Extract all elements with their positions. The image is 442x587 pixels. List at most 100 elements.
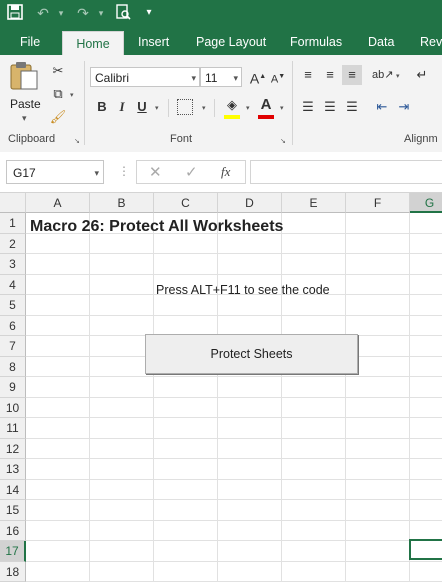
cell-c4[interactable]: Press ALT+F11 to see the code [156,283,330,297]
cell[interactable] [90,500,154,521]
cell[interactable] [218,520,282,541]
cell[interactable] [346,459,410,480]
cell[interactable] [282,295,346,316]
paste-button[interactable]: Paste [10,97,41,111]
align-bottom-icon[interactable]: ≡ [342,65,362,85]
row-header-4[interactable]: 4 [0,274,26,295]
cell[interactable] [218,541,282,562]
cell[interactable] [90,479,154,500]
wrap-text-icon[interactable]: ↵ [412,65,432,85]
cell[interactable] [346,377,410,398]
tab-page-layout[interactable]: Page Layout [192,27,270,55]
increase-indent-icon[interactable]: ⇥ [394,97,414,117]
cell[interactable] [410,254,442,275]
column-header-d[interactable]: D [218,193,282,213]
active-cell-g17[interactable] [409,539,442,560]
cell[interactable] [346,479,410,500]
cell[interactable] [26,541,90,562]
cell[interactable] [90,233,154,254]
cell[interactable] [218,438,282,459]
increase-font-size-icon[interactable]: A▲ [248,67,268,87]
cell[interactable] [282,561,346,582]
cell[interactable] [26,459,90,480]
cell[interactable] [410,357,442,377]
cell[interactable] [26,397,90,418]
redo-icon[interactable]: ↷ [74,4,92,22]
cell[interactable] [154,377,218,398]
underline-button[interactable]: U [132,97,152,117]
cell[interactable] [90,418,154,439]
column-header-a[interactable]: A [26,193,90,213]
decrease-font-size-icon[interactable]: A▼ [268,67,288,87]
cell[interactable] [154,520,218,541]
save-icon[interactable] [6,4,24,22]
decrease-indent-icon[interactable]: ⇤ [372,97,392,117]
copy-dropdown-icon[interactable]: ▾ [70,91,74,99]
cell[interactable] [154,561,218,582]
tab-data[interactable]: Data [364,27,398,55]
cell[interactable] [410,398,442,418]
font-launcher-icon[interactable]: ↘ [280,137,286,145]
row-header-18[interactable]: 18 [0,561,26,582]
cell[interactable] [90,438,154,459]
column-header-b[interactable]: B [90,193,154,213]
borders-icon[interactable] [177,99,193,115]
clipboard-launcher-icon[interactable]: ↘ [74,137,80,145]
cell[interactable] [346,233,410,254]
cell[interactable] [26,315,90,336]
cell-a1[interactable]: Macro 26: Protect All Worksheets [30,218,283,236]
cell[interactable] [26,418,90,439]
cell[interactable] [346,254,410,275]
cell[interactable] [282,459,346,480]
cell[interactable] [282,315,346,336]
cell[interactable] [346,438,410,459]
row-header-17[interactable]: 17 [0,541,26,562]
cell[interactable] [26,500,90,521]
cell[interactable] [410,521,442,541]
cell[interactable] [282,479,346,500]
cell[interactable] [218,254,282,275]
cell[interactable] [26,274,90,295]
fill-color-dropdown-icon[interactable]: ▾ [246,104,250,112]
cell[interactable] [90,397,154,418]
cell[interactable] [90,315,154,336]
cell[interactable] [26,233,90,254]
cell[interactable] [282,213,346,234]
row-header-1[interactable]: 1 [0,213,26,234]
row-header-16[interactable]: 16 [0,520,26,541]
cell[interactable] [90,459,154,480]
cell[interactable] [218,479,282,500]
align-middle-icon[interactable]: ≡ [320,65,340,85]
cell[interactable] [218,500,282,521]
cell[interactable] [154,315,218,336]
row-header-9[interactable]: 9 [0,377,26,398]
bold-button[interactable]: B [92,97,112,117]
cell[interactable] [154,459,218,480]
italic-button[interactable]: I [112,97,132,117]
insert-function-icon[interactable]: fx [221,164,230,180]
align-top-icon[interactable]: ≡ [298,65,318,85]
print-preview-icon[interactable] [114,4,132,22]
cell[interactable] [90,295,154,316]
cell[interactable] [282,438,346,459]
row-header-11[interactable]: 11 [0,418,26,439]
cell[interactable] [218,377,282,398]
copy-icon[interactable]: ⧉ [48,84,68,104]
row-header-2[interactable]: 2 [0,233,26,254]
enter-icon[interactable]: ✓ [185,163,198,181]
cell[interactable] [90,274,154,295]
cell[interactable] [218,418,282,439]
column-header-f[interactable]: F [346,193,410,213]
cell[interactable] [26,561,90,582]
cell[interactable] [346,213,410,234]
tab-insert[interactable]: Insert [134,27,173,55]
cell[interactable] [154,418,218,439]
cell[interactable] [26,479,90,500]
name-box[interactable]: G17 ▾ [6,160,104,184]
cut-icon[interactable]: ✂ [48,61,68,81]
column-header-g[interactable]: G [410,193,442,213]
row-header-7[interactable]: 7 [0,336,26,357]
cell[interactable] [90,377,154,398]
cell[interactable] [218,315,282,336]
cell[interactable] [26,295,90,316]
